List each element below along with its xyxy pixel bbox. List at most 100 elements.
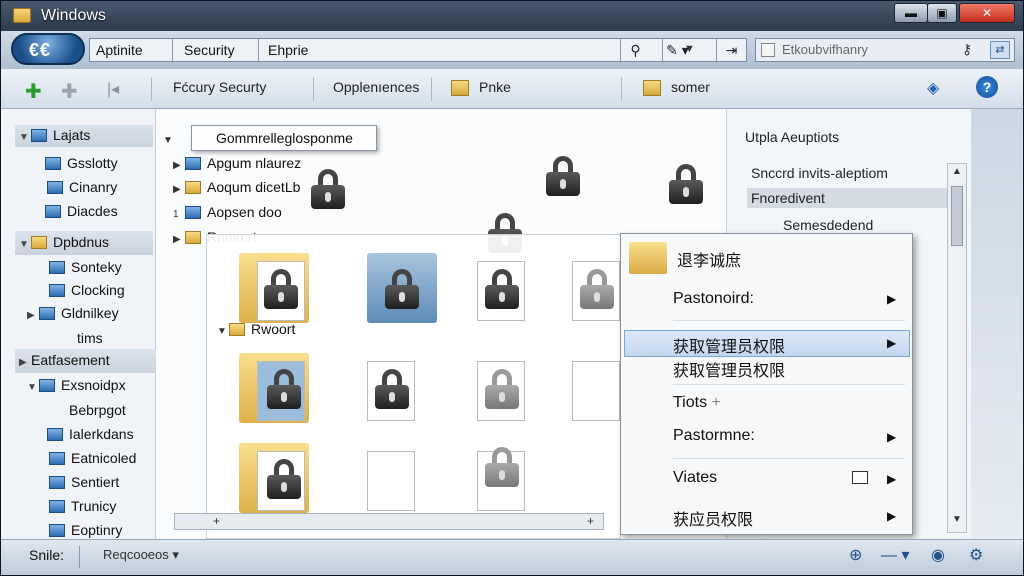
details-line[interactable]: Fnoredivent	[747, 188, 947, 208]
expand-arrow-icon[interactable]: ▶	[173, 160, 185, 171]
locked-file-tile[interactable]	[477, 245, 547, 325]
lock-icon	[580, 269, 614, 309]
expand-arrow-icon[interactable]: ▶	[173, 184, 185, 195]
context-menu-item[interactable]: 获应员权限	[673, 506, 753, 530]
back-forward-buttons[interactable]: €€	[11, 33, 85, 65]
breadcrumb-item[interactable]: Aptinite	[96, 42, 143, 58]
details-line: Semesdedend	[783, 217, 874, 233]
sidebar-item[interactable]: Bebrpgot	[69, 402, 126, 418]
folder-icon	[49, 524, 65, 537]
lock-icon	[546, 156, 580, 196]
forward-arrow-icon[interactable]: ✚	[61, 79, 78, 104]
network-icon[interactable]: ⊕	[849, 545, 862, 565]
vertical-scrollbar[interactable]: ▲ ▼	[947, 163, 967, 533]
locked-folder-tile[interactable]	[239, 435, 309, 515]
sidebar-item[interactable]: Clocking	[49, 282, 125, 298]
breadcrumb-item[interactable]: Ehprie	[268, 42, 308, 58]
sidebar-item[interactable]: ▼ Dpbdnus	[15, 231, 153, 255]
address-bar[interactable]: Aptinite Security Ehprie ▼ ⚲ ✎ ▾ ⇥	[89, 38, 747, 62]
sidebar-item[interactable]: ▶ Gldnilkey	[27, 305, 119, 321]
zoom-out-icon[interactable]: — ▾	[881, 545, 909, 565]
toolbar-item-pnke[interactable]: Pnke	[479, 79, 511, 95]
toolbar-item-security[interactable]: Fćcury Securty	[173, 79, 266, 95]
folder-icon	[47, 428, 63, 441]
context-menu-item[interactable]: Tiots +	[673, 394, 721, 412]
globe-icon[interactable]: ◉	[931, 545, 945, 565]
tree-row[interactable]: 1 Aopsen doo	[173, 204, 282, 220]
sidebar-item[interactable]: Eoptinry	[49, 522, 122, 538]
file-icon	[367, 451, 415, 511]
breadcrumb-item[interactable]: Security	[184, 42, 235, 58]
context-menu-item[interactable]: Viates	[673, 469, 717, 487]
file-tile[interactable]	[367, 435, 437, 515]
menu-separator	[673, 384, 905, 385]
context-menu-item[interactable]: Pastormne:	[673, 427, 755, 445]
toolbar-separator	[621, 77, 622, 101]
context-menu-item-get-admin[interactable]: 获取管理员权限	[673, 333, 785, 357]
status-value-dropdown[interactable]: Reqcooeos ▾	[103, 547, 179, 563]
sidebar-item-label: Sonteky	[71, 259, 122, 275]
back-arrow-icon[interactable]: ✚	[25, 79, 42, 104]
sidebar-item-label: Trunicy	[71, 498, 117, 514]
context-menu-item[interactable]: Pastonoird:	[673, 290, 754, 308]
address-row: €€ Aptinite Security Ehprie ▼ ⚲ ✎ ▾ ⇥ Et…	[1, 31, 1023, 69]
sidebar-item[interactable]: Diacdes	[45, 203, 118, 219]
settings-icon[interactable]: ⚙	[969, 545, 983, 565]
refresh-icon[interactable]: ⇄	[990, 41, 1010, 59]
scroll-down-icon[interactable]: ▼	[952, 514, 962, 525]
folder-icon	[31, 129, 47, 142]
scroll-right-icon[interactable]: +	[587, 514, 594, 528]
context-menu-item-get-admin[interactable]: 获取管理员权限	[673, 357, 785, 381]
sidebar-item[interactable]: Gsslotty	[45, 155, 118, 171]
expand-arrow-icon[interactable]: ▼	[19, 239, 31, 250]
lock-icon	[267, 369, 301, 409]
tree-row[interactable]: ▶ Apgum nlaurez	[173, 155, 301, 171]
sidebar-item[interactable]: tims	[77, 330, 103, 346]
expand-arrow-icon[interactable]: ▶	[27, 310, 39, 321]
sidebar-item[interactable]: ▼ Exsnoidpx	[27, 377, 126, 393]
pin-icon[interactable]: ✎ ▾	[662, 39, 692, 61]
sidebar-item[interactable]: Cinanry	[47, 179, 117, 195]
title-bar: Windows ▬ ▣ ✕	[1, 1, 1023, 31]
search-icon[interactable]: ⚲	[620, 39, 650, 61]
toolbar-item-somer[interactable]: somer	[671, 79, 710, 95]
scroll-thumb[interactable]	[951, 186, 963, 246]
scroll-left-icon[interactable]: +	[213, 514, 220, 528]
horizontal-scrollbar[interactable]: + +	[174, 513, 604, 530]
expand-arrow-icon[interactable]: ▼	[217, 326, 229, 337]
view-options-icon[interactable]: ◈	[927, 78, 947, 97]
maximize-button[interactable]: ▣	[927, 3, 957, 23]
toolbar-item-properties[interactable]: Opplenıences	[333, 79, 419, 95]
locked-file-tile[interactable]	[477, 435, 547, 515]
close-button[interactable]: ✕	[959, 3, 1015, 23]
locked-file-tile[interactable]	[477, 345, 547, 425]
expand-arrow-icon[interactable]: ▼	[27, 382, 39, 393]
locked-file-tile[interactable]	[367, 345, 437, 425]
sidebar-item[interactable]: Eatnicoled	[49, 450, 136, 466]
locked-folder-tile[interactable]	[239, 245, 309, 325]
tree-row[interactable]: ▼ Rwoort	[217, 321, 295, 337]
minimize-button[interactable]: ▬	[894, 3, 928, 23]
locked-folder-tile[interactable]	[239, 345, 309, 425]
tree-row-label: Aopsen doo	[207, 204, 282, 220]
sidebar-item-label: Cinanry	[69, 179, 118, 195]
sidebar-item[interactable]: Sonteky	[49, 259, 122, 275]
sidebar-item[interactable]: Sentiert	[49, 474, 119, 490]
up-arrow-icon[interactable]: |◂	[107, 79, 119, 99]
expand-arrow-icon[interactable]: ▼	[19, 132, 31, 143]
sidebar-item[interactable]: Trunicy	[49, 498, 116, 514]
search-input[interactable]: Etkoubvifhanry ⚷ ⇄	[755, 38, 1015, 62]
sidebar-item-label: Sentiert	[71, 474, 120, 490]
expand-arrow-icon[interactable]: ▶	[173, 234, 185, 245]
key-icon[interactable]: ⚷	[962, 41, 972, 58]
sidebar-item[interactable]: ▼ Lajats	[15, 125, 153, 147]
expand-arrow-icon[interactable]: ▶	[19, 357, 31, 368]
go-icon[interactable]: ⇥	[716, 39, 746, 61]
sidebar-item-label: Gsslotty	[67, 155, 118, 171]
tree-row[interactable]: ▶ Aoqum dicetLb	[173, 179, 300, 195]
tree-expand-arrow-icon[interactable]: ▼	[163, 130, 175, 146]
locked-folder-tile[interactable]	[367, 245, 437, 325]
help-icon[interactable]: ?	[976, 76, 998, 98]
sidebar-item[interactable]: Ialerkdans	[47, 426, 134, 442]
scroll-up-icon[interactable]: ▲	[952, 166, 962, 177]
